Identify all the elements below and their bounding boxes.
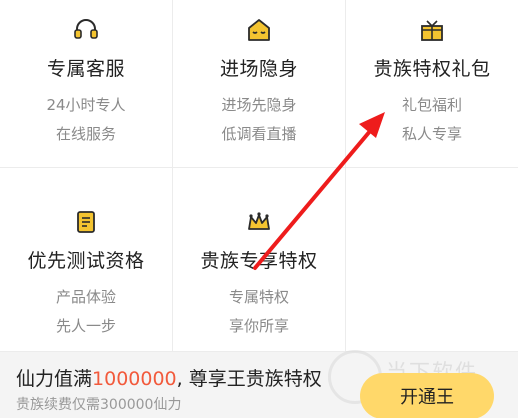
stealth-icon [245,16,273,44]
open-king-button[interactable]: 开通王 [360,373,494,418]
crown-icon [245,208,273,236]
empty-cell [346,168,518,352]
privilege-grid: 专属客服 24小时专人在线服务 进场隐身 进场先隐身低调看直播 贵族特权礼包 [0,0,518,352]
document-icon [72,208,100,236]
privilege-title: 优先测试资格 [27,250,145,272]
privilege-exclusive-service[interactable]: 专属客服 24小时专人 在线服务 [0,0,173,168]
privilege-priority-testing[interactable]: 优先测试资格 产品体验 先人一步 [0,168,173,352]
threshold-value: 1000000 [92,368,177,390]
gift-icon [418,16,446,44]
privilege-desc: 产品体验 先人一步 [55,288,116,335]
renewal-price: 贵族续费仅需300000仙力 [16,397,182,413]
privilege-title: 进场隐身 [219,58,298,80]
privilege-desc: 礼包福利 私人专享 [401,96,462,143]
privilege-desc: 进场先隐身 低调看直播 [221,96,297,143]
headset-icon [72,16,100,44]
privilege-title: 专属客服 [46,58,125,80]
privilege-title: 贵族专享特权 [200,250,318,272]
privilege-desc: 专属特权 享你所享 [228,288,289,335]
privilege-noble-exclusive[interactable]: 贵族专享特权 专属特权 享你所享 [173,168,346,352]
footer-headline: 仙力值满1000000, 尊享王贵族特权 [16,368,322,390]
privilege-title: 贵族特权礼包 [373,58,491,80]
privilege-desc: 24小时专人 在线服务 [46,96,126,143]
privilege-gift-pack[interactable]: 贵族特权礼包 礼包福利 私人专享 [346,0,518,168]
privilege-stealth-entry[interactable]: 进场隐身 进场先隐身 低调看直播 [173,0,346,168]
